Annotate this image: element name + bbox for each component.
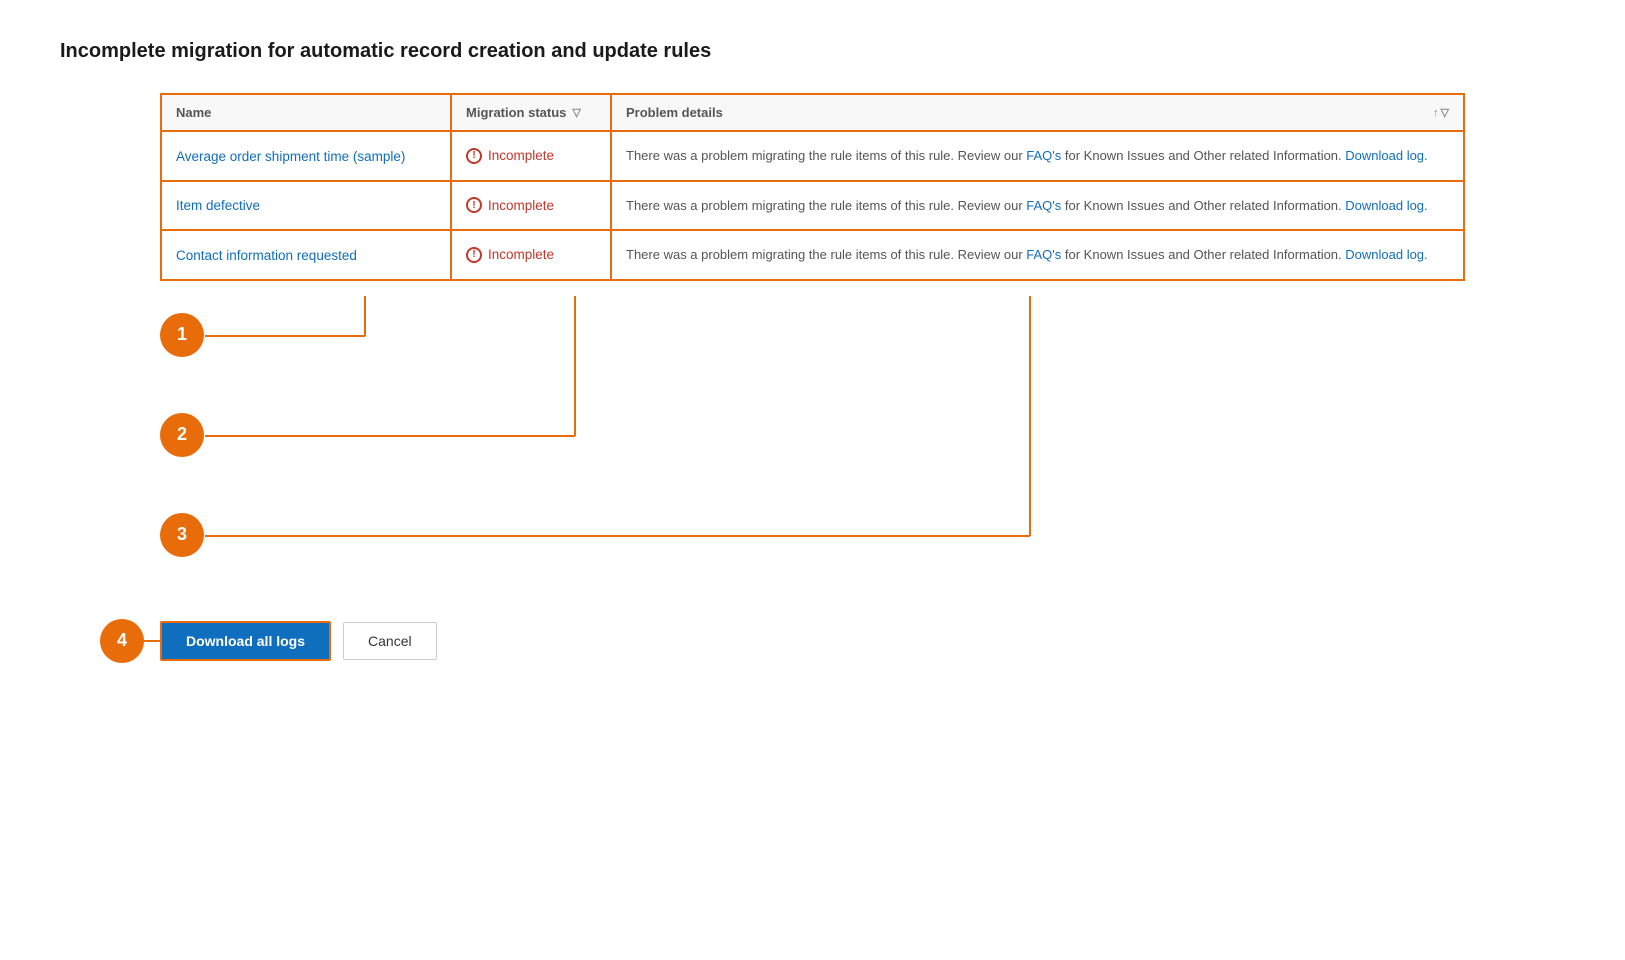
download-log-link-3[interactable]: Download log.	[1345, 247, 1427, 262]
status-label-2: Incomplete	[488, 198, 554, 213]
annotation-line-4	[144, 640, 160, 642]
cell-name-2: Item defective	[161, 181, 451, 231]
incomplete-icon-1: !	[466, 148, 482, 164]
rule-name-link-3[interactable]: Contact information requested	[176, 248, 357, 263]
download-log-link-1[interactable]: Download log.	[1345, 148, 1427, 163]
table-row: Average order shipment time (sample) ! I…	[161, 131, 1464, 181]
migration-table-wrapper: Name Migration status ▽ Problem details …	[160, 93, 1465, 281]
cell-details-2: There was a problem migrating the rule i…	[611, 181, 1464, 231]
filter-icon[interactable]: ▽	[572, 106, 580, 119]
cell-details-3: There was a problem migrating the rule i…	[611, 230, 1464, 280]
rule-name-link-2[interactable]: Item defective	[176, 198, 260, 213]
status-label-1: Incomplete	[488, 148, 554, 163]
faq-link-1[interactable]: FAQ's	[1026, 148, 1061, 163]
table-row: Item defective ! Incomplete There was a …	[161, 181, 1464, 231]
cell-name-1: Average order shipment time (sample)	[161, 131, 451, 181]
download-all-logs-button[interactable]: Download all logs	[160, 621, 331, 661]
status-label-3: Incomplete	[488, 247, 554, 262]
page-title: Incomplete migration for automatic recor…	[60, 40, 1565, 63]
sort-asc-icon[interactable]: ↑	[1433, 107, 1439, 119]
annotation-circle-3: 3	[160, 513, 204, 557]
faq-link-2[interactable]: FAQ's	[1026, 198, 1061, 213]
cell-status-3: ! Incomplete	[451, 230, 611, 280]
annotation-circle-2: 2	[160, 413, 204, 457]
col-header-details: Problem details ↑ ▽	[611, 94, 1464, 131]
table-row: Contact information requested ! Incomple…	[161, 230, 1464, 280]
cell-name-3: Contact information requested	[161, 230, 451, 280]
annotation-svg	[160, 291, 1465, 601]
incomplete-icon-3: !	[466, 247, 482, 263]
col-header-status: Migration status ▽	[451, 94, 611, 131]
download-log-link-2[interactable]: Download log.	[1345, 198, 1427, 213]
col-header-name: Name	[161, 94, 451, 131]
cell-status-1: ! Incomplete	[451, 131, 611, 181]
faq-link-3[interactable]: FAQ's	[1026, 247, 1061, 262]
annotation-circle-1: 1	[160, 313, 204, 357]
annotation-circle-4: 4	[100, 619, 144, 663]
cancel-button[interactable]: Cancel	[343, 622, 437, 660]
cell-details-1: There was a problem migrating the rule i…	[611, 131, 1464, 181]
incomplete-icon-2: !	[466, 197, 482, 213]
sort-icons: ↑ ▽	[1433, 106, 1449, 119]
rule-name-link-1[interactable]: Average order shipment time (sample)	[176, 149, 405, 164]
filter-icon-2[interactable]: ▽	[1441, 106, 1449, 119]
cell-status-2: ! Incomplete	[451, 181, 611, 231]
migration-table: Name Migration status ▽ Problem details …	[160, 93, 1465, 281]
